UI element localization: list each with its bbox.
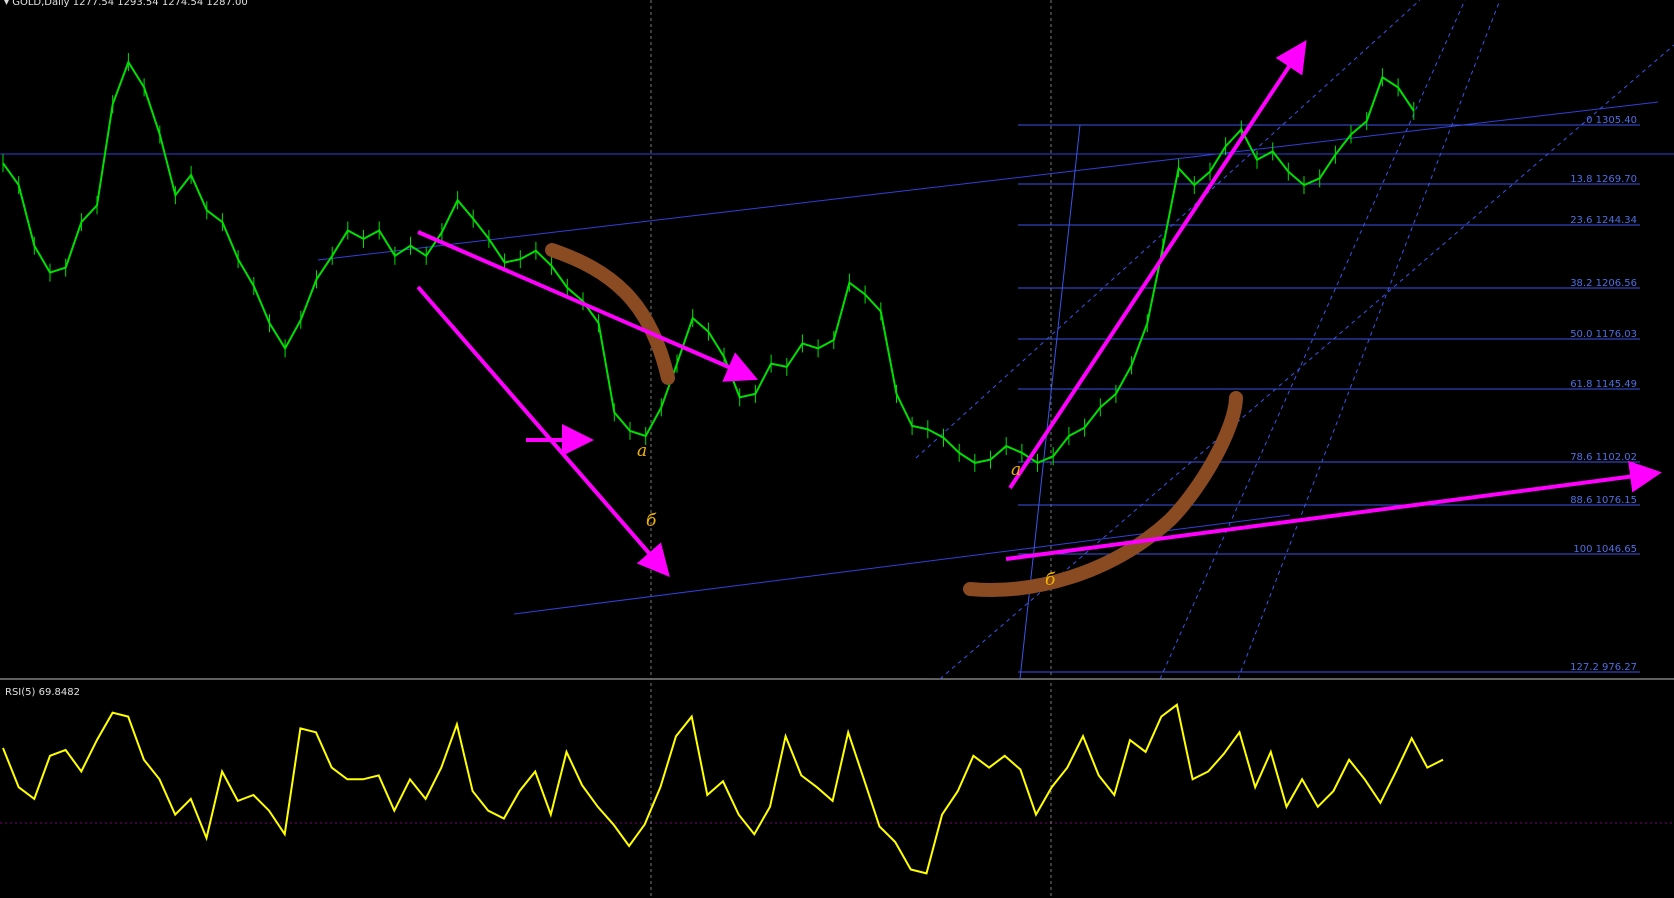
wave-label-b-2: б <box>1045 570 1056 590</box>
rsi-label: RSI(5) 69.8482 <box>5 687 80 698</box>
fib-label-23-6: 23.6 1244.34 <box>1570 215 1637 226</box>
arrow-right-long <box>1005 460 1662 561</box>
fib-label-88-6: 88.6 1076.15 <box>1570 495 1637 506</box>
rsi-series <box>2 703 1444 875</box>
wave-label-a-2: a <box>1011 460 1021 480</box>
ohlc-values: 1277.54 1293.54 1274.54 1287.00 <box>72 0 248 8</box>
brush-stroke-2 <box>963 391 1243 597</box>
arrow-up-right <box>1008 39 1307 490</box>
fib-label-13-8: 13.8 1269.70 <box>1570 174 1637 185</box>
fan-line-4 <box>1019 124 1081 680</box>
fib-label-0: 0 1305.40 <box>1586 115 1637 126</box>
rsi-line <box>2 703 1444 875</box>
price-chart[interactable]: 0 1305.40 13.8 1269.70 23.6 1244.34 38.2… <box>0 0 1674 683</box>
fib-label-100: 100 1046.65 <box>1573 544 1637 555</box>
upper-channel-line[interactable] <box>317 101 1659 261</box>
fib-label-50: 50.0 1176.03 <box>1570 329 1637 340</box>
rsi-chart[interactable]: RSI(5) 69.8482 <box>0 683 1674 898</box>
fib-label-78-6: 78.6 1102.02 <box>1570 452 1637 463</box>
price-line <box>2 59 1415 465</box>
symbol-title: GOLD,Daily <box>12 0 70 8</box>
fib-label-127-2: 127.2 976.27 <box>1570 662 1637 673</box>
wave-label-a-1: a <box>637 441 647 461</box>
chart-title: ▾ GOLD,Daily 1277.54 1293.54 1274.54 128… <box>4 0 248 8</box>
wave-label-b-1: б <box>646 511 657 531</box>
chart-window[interactable]: 0 1305.40 13.8 1269.70 23.6 1244.34 38.2… <box>0 0 1674 898</box>
price-series <box>2 53 1415 472</box>
fib-label-61-8: 61.8 1145.49 <box>1570 379 1637 390</box>
arrow-down-right-2 <box>416 285 670 578</box>
arrow-down-right-1 <box>417 230 759 382</box>
fib-label-38-2: 38.2 1206.56 <box>1570 278 1637 289</box>
fibonacci-retracement[interactable]: 0 1305.40 13.8 1269.70 23.6 1244.34 38.2… <box>1018 115 1640 673</box>
